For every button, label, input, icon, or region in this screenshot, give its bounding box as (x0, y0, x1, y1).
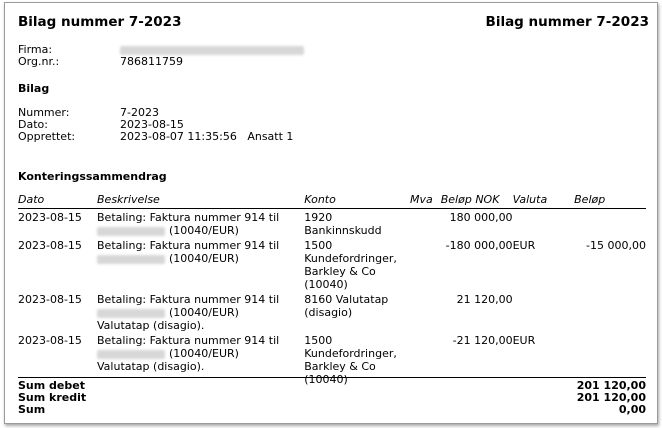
redacted-customer (97, 349, 165, 359)
konto-line: (10040) (304, 278, 348, 291)
cell-konto: 1500 Kundefordringer, Barkley & Co (10040) (304, 237, 410, 291)
col-valuta: Valuta (512, 193, 575, 209)
cell-belop-nok: 21 120,00 (456, 293, 513, 306)
cell-beskrivelse: Betaling: Faktura nummer 914 til (10040/E… (97, 237, 304, 291)
cell-beskrivelse: Betaling: Faktura nummer 914 til (10040/E… (97, 209, 304, 237)
cell-konto: 1920 Bankinnskudd (304, 209, 410, 237)
cell-dato: 2023-08-15 (18, 239, 82, 252)
konto-line: 1920 Bankinnskudd (304, 211, 382, 237)
desc-line: Betaling: Faktura nummer 914 til (97, 239, 280, 252)
cell-belop (574, 291, 646, 332)
col-belop-nok: Beløp NOK (440, 193, 513, 209)
redacted-customer (97, 226, 165, 236)
cell-valuta: EUR (512, 239, 536, 252)
col-konto: Konto (304, 193, 410, 209)
bilag-heading: Bilag (18, 82, 50, 95)
konto-line: 1500 (304, 239, 333, 252)
cell-belop-nok: -180 000,00 (445, 239, 513, 252)
desc-ref: (10040/EUR) (169, 252, 239, 265)
desc-line: (10040/EUR) (97, 224, 304, 237)
posting-table: Dato Beskrivelse Konto Mva Beløp NOK Val… (18, 193, 646, 386)
cell-belop-nok: 180 000,00 (449, 211, 513, 224)
totals-divider (18, 377, 646, 378)
redacted-customer (97, 254, 165, 264)
org-value: 786811759 (120, 55, 183, 68)
konto-line: Kundefordringer, (304, 252, 397, 265)
cell-konto: 8160 Valutatap (disagio) (304, 291, 410, 332)
desc-line: Betaling: Faktura nummer 914 til (97, 334, 280, 347)
org-label: Org.nr.: (18, 55, 60, 68)
cell-mva (410, 209, 441, 238)
konto-line: Barkley & Co (304, 360, 376, 373)
konto-line: (disagio) (304, 306, 353, 319)
desc-line: (10040/EUR) (97, 306, 304, 319)
konto-line: 8160 Valutatap (304, 293, 389, 306)
col-dato: Dato (18, 193, 97, 209)
konto-line: 1500 (304, 334, 333, 347)
opprettet-by: Ansatt 1 (247, 130, 294, 143)
opprettet-value: 2023-08-07 11:35:56 Ansatt 1 (120, 130, 293, 143)
desc-line: Valutatap (disagio). (97, 360, 205, 373)
desc-ref: (10040/EUR) (169, 306, 239, 319)
desc-ref: (10040/EUR) (169, 347, 239, 360)
cell-mva (410, 291, 441, 332)
cell-belop: -15 000,00 (586, 239, 646, 252)
konto-line: Kundefordringer, (304, 347, 397, 360)
voucher-page: Bilag nummer 7-2023 Bilag nummer 7-2023 … (4, 2, 658, 424)
cell-valuta (513, 291, 575, 332)
sum-label: Sum (18, 403, 46, 416)
cell-dato: 2023-08-15 (18, 293, 82, 306)
cell-dato: 2023-08-15 (18, 211, 82, 224)
cell-mva (410, 237, 441, 291)
desc-line: (10040/EUR) (97, 347, 304, 360)
table-header-row: Dato Beskrivelse Konto Mva Beløp NOK Val… (18, 193, 646, 209)
cell-beskrivelse: Betaling: Faktura nummer 914 til (10040/E… (97, 291, 304, 332)
opprettet-label: Opprettet: (18, 130, 76, 143)
redacted-customer (97, 308, 165, 318)
desc-line: Betaling: Faktura nummer 914 til (97, 211, 280, 224)
opprettet-timestamp: 2023-08-07 11:35:56 (120, 130, 237, 143)
table-row: 2023-08-15 Betaling: Faktura nummer 914 t… (18, 209, 646, 238)
sum-value: 0,00 (618, 403, 646, 416)
col-belop: Beløp (574, 193, 646, 209)
page-title-right: Bilag nummer 7-2023 (485, 14, 649, 30)
desc-ref: (10040/EUR) (169, 224, 239, 237)
summary-heading: Konteringssammendrag (18, 170, 167, 183)
col-mva: Mva (409, 193, 441, 209)
col-beskrivelse: Beskrivelse (97, 193, 305, 209)
redacted-firma (120, 45, 304, 55)
desc-line: Betaling: Faktura nummer 914 til (97, 293, 280, 306)
desc-line: Valutatap (disagio). (97, 319, 205, 332)
table-row: 2023-08-15 Betaling: Faktura nummer 914 t… (18, 291, 646, 332)
konto-line: (10040) (304, 373, 348, 386)
konto-line: Barkley & Co (304, 265, 376, 278)
page-title-left: Bilag nummer 7-2023 (18, 14, 182, 30)
cell-belop (574, 209, 646, 238)
desc-line: (10040/EUR) (97, 252, 304, 265)
table-row: 2023-08-15 Betaling: Faktura nummer 914 t… (18, 237, 646, 291)
cell-valuta (513, 209, 575, 238)
